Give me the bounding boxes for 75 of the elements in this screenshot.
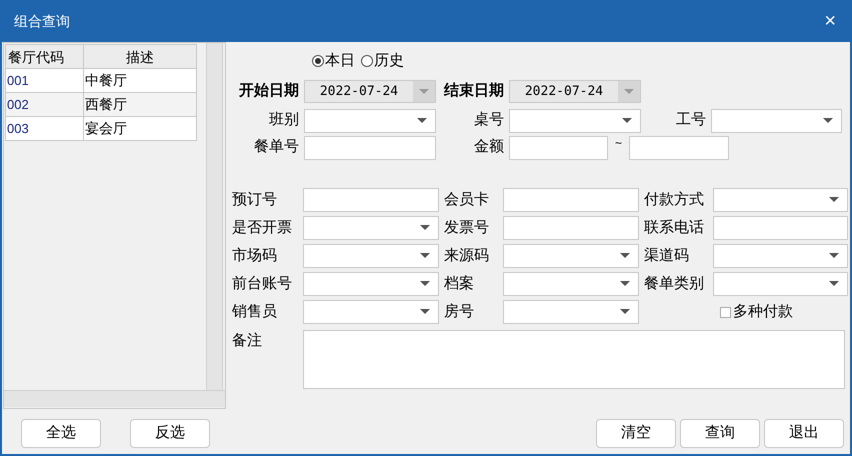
field-label: 备注 [232, 331, 263, 351]
caret-icon [620, 281, 630, 287]
horizontal-scrollbar[interactable] [4, 390, 225, 407]
field-label: 会员卡 [444, 190, 490, 210]
field-label: 餐单号 [253, 137, 300, 158]
dropdown-field[interactable] [503, 300, 639, 324]
table-cell: 003 [5, 117, 84, 141]
field-label: 前台账号 [232, 274, 293, 294]
action-button[interactable]: 清空 [596, 419, 676, 448]
field-label: 开始日期 [238, 81, 300, 102]
input-field[interactable] [509, 136, 608, 160]
range-separator: ~ [614, 135, 623, 152]
field-label: 发票号 [444, 218, 490, 238]
field-label: 是否开票 [232, 218, 293, 238]
caret-icon [823, 118, 833, 124]
close-button[interactable]: × [824, 11, 836, 31]
checkbox[interactable]: 多种付款 [720, 300, 793, 324]
table-cell: 宴会厅 [84, 117, 197, 141]
caret-icon [417, 118, 427, 124]
caret-icon [419, 88, 429, 94]
caret-icon [829, 281, 839, 287]
caret-icon [622, 118, 632, 124]
dropdown-field[interactable] [509, 108, 641, 132]
dropdown-field[interactable] [303, 272, 439, 296]
remarks-field[interactable] [303, 330, 845, 389]
caret-icon [620, 253, 630, 259]
input-field[interactable] [713, 216, 848, 240]
dropdown-field[interactable] [503, 244, 639, 268]
vertical-scrollbar[interactable] [206, 43, 223, 390]
dropdown-field[interactable] [503, 272, 639, 296]
field-label: 销售员 [232, 302, 278, 322]
caret-icon [620, 309, 630, 315]
input-field[interactable] [629, 136, 729, 160]
input-field[interactable] [503, 188, 639, 212]
radio-button[interactable]: 历史 [361, 50, 404, 72]
action-button[interactable]: 退出 [764, 419, 844, 448]
dropdown-field[interactable] [303, 244, 439, 268]
action-button[interactable]: 全选 [21, 419, 101, 448]
input-field[interactable] [503, 216, 639, 240]
caret-icon [829, 253, 839, 259]
input-field[interactable] [304, 136, 436, 160]
window-title: 组合查询 [14, 12, 70, 30]
action-button[interactable]: 反选 [130, 419, 210, 448]
field-label: 工号 [675, 110, 707, 130]
field-label: 市场码 [232, 246, 278, 266]
radio-button[interactable]: 本日 [312, 50, 355, 72]
caret-icon [829, 197, 839, 203]
field-label: 预订号 [232, 190, 278, 210]
field-label: 班别 [268, 110, 300, 130]
field-label: 餐单类别 [644, 274, 705, 294]
field-label: 来源码 [444, 246, 490, 266]
dropdown-field[interactable] [303, 300, 439, 324]
caret-icon [624, 88, 634, 94]
field-label: 结束日期 [442, 81, 505, 102]
dropdown-field[interactable] [713, 244, 848, 268]
caret-icon [420, 281, 430, 287]
action-button[interactable]: 查询 [680, 419, 760, 448]
dropdown-field[interactable] [304, 108, 436, 132]
caret-icon [420, 309, 430, 315]
field-label: 房号 [444, 302, 475, 322]
field-label: 联系电话 [644, 218, 705, 238]
caret-icon [420, 253, 430, 259]
field-label: 付款方式 [644, 190, 705, 210]
field-label: 档案 [444, 274, 475, 294]
dropdown-field[interactable] [713, 272, 848, 296]
column-header[interactable]: 餐厅代码 [5, 44, 84, 69]
dropdown-field[interactable] [303, 216, 439, 240]
field-label: 金额 [473, 137, 505, 158]
field-label: 渠道码 [644, 246, 690, 266]
input-field[interactable] [303, 188, 439, 212]
dropdown-field[interactable] [711, 108, 842, 132]
caret-icon [420, 225, 430, 231]
field-label: 桌号 [473, 110, 505, 130]
dropdown-field[interactable] [713, 188, 848, 212]
column-header[interactable]: 描述 [84, 44, 197, 69]
